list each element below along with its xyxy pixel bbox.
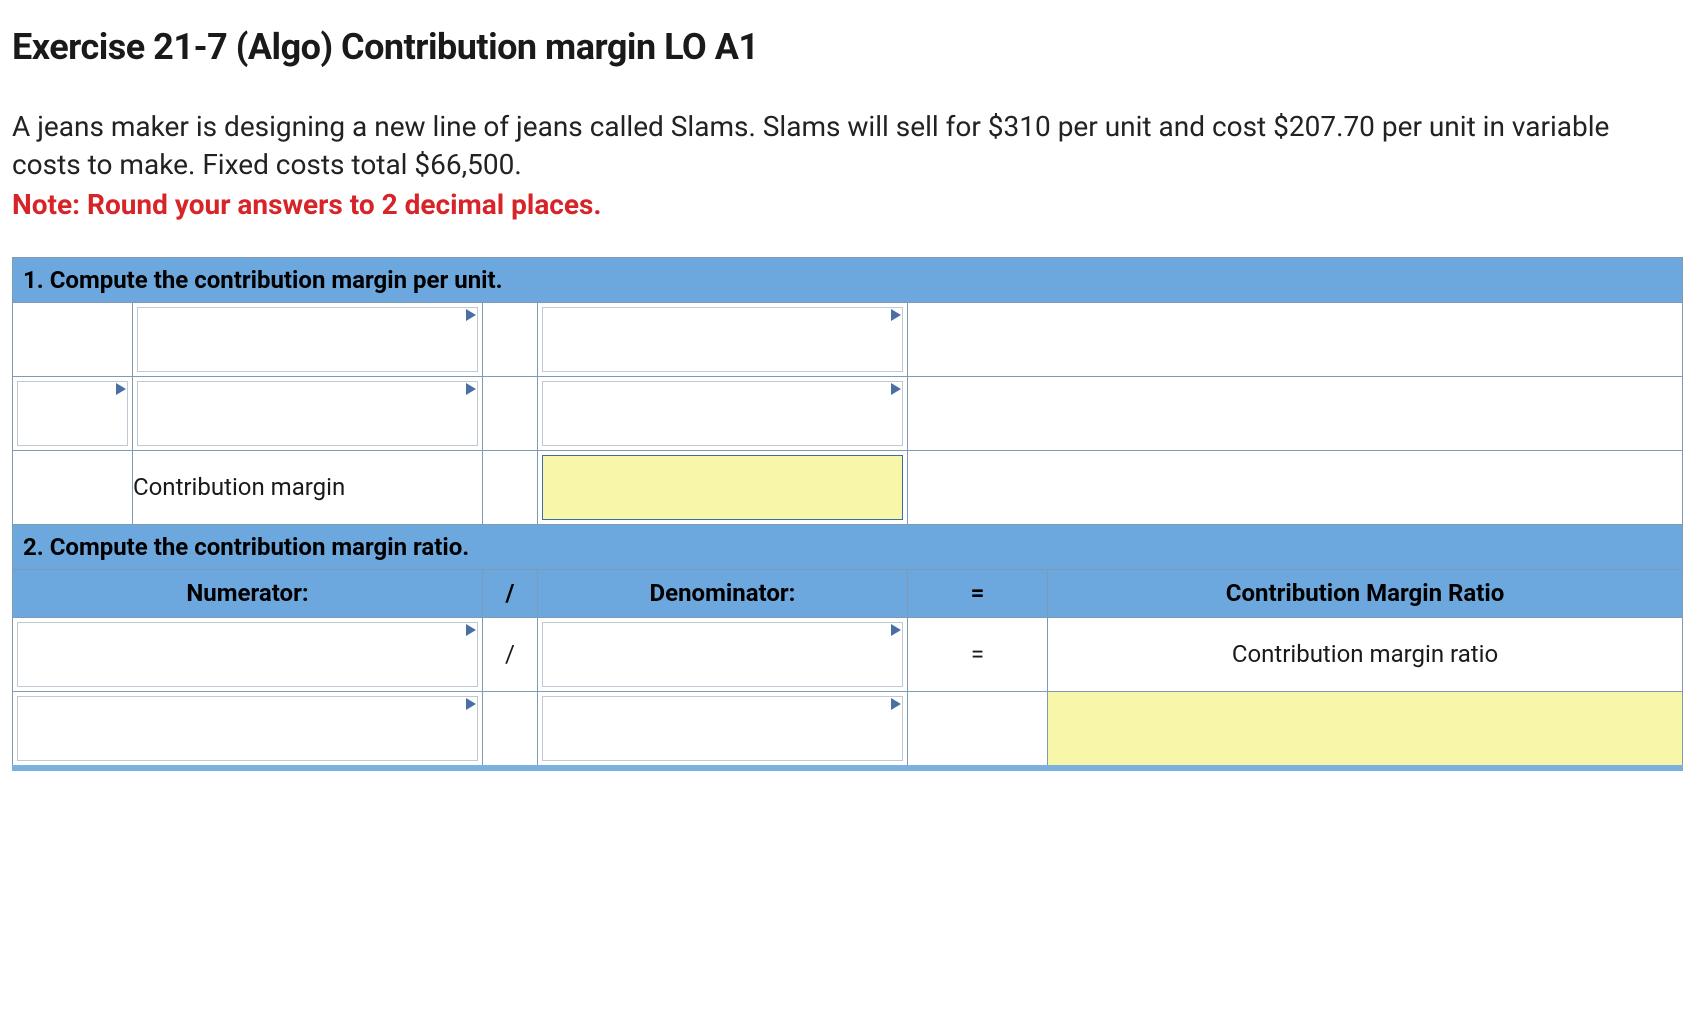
section1-row1 [13,302,1683,376]
blank-cell [908,450,1683,524]
s1-r2-sign-dropdown[interactable] [13,376,133,450]
s2-cm-ratio-result[interactable] [1048,691,1683,765]
table-bottom-border [12,765,1683,771]
col-equals: = [908,569,1048,617]
section1-row3: Contribution margin [13,450,1683,524]
exercise-title: Exercise 21-7 (Algo) Contribution margin… [12,26,1683,68]
blank-cell [483,450,538,524]
cm-ratio-label: Contribution margin ratio [1048,617,1683,691]
blank-cell [908,691,1048,765]
s1-r1-label-dropdown[interactable] [133,302,483,376]
section2-row1: / = Contribution margin ratio [13,617,1683,691]
blank-cell [483,302,538,376]
divide-symbol: / [483,617,538,691]
s2-denominator-value[interactable] [538,691,908,765]
s1-r2-value-dropdown[interactable] [538,376,908,450]
blank-cell [908,302,1683,376]
section2-subheader: Numerator: / Denominator: = Contribution… [13,569,1683,617]
col-denominator: Denominator: [538,569,908,617]
rounding-note: Note: Round your answers to 2 decimal pl… [12,188,1683,221]
s1-contribution-margin-result[interactable] [538,450,908,524]
blank-cell [483,376,538,450]
col-divide: / [483,569,538,617]
s2-numerator-dropdown[interactable] [13,617,483,691]
section2-header: 2. Compute the contribution margin ratio… [13,524,1683,569]
exercise-description: A jeans maker is designing a new line of… [12,108,1683,184]
section1-header: 1. Compute the contribution margin per u… [13,257,1683,302]
s1-r2-label-dropdown[interactable] [133,376,483,450]
section1-row2 [13,376,1683,450]
s2-numerator-value[interactable] [13,691,483,765]
blank-cell [13,302,133,376]
blank-cell [908,376,1683,450]
col-cm-ratio: Contribution Margin Ratio [1048,569,1683,617]
equals-symbol: = [908,617,1048,691]
col-numerator: Numerator: [13,569,483,617]
section2-row2 [13,691,1683,765]
blank-cell [483,691,538,765]
blank-cell [13,450,133,524]
s2-denominator-dropdown[interactable] [538,617,908,691]
contribution-margin-label: Contribution margin [133,450,483,524]
s1-r1-value-dropdown[interactable] [538,302,908,376]
worksheet-table: 1. Compute the contribution margin per u… [12,257,1683,766]
